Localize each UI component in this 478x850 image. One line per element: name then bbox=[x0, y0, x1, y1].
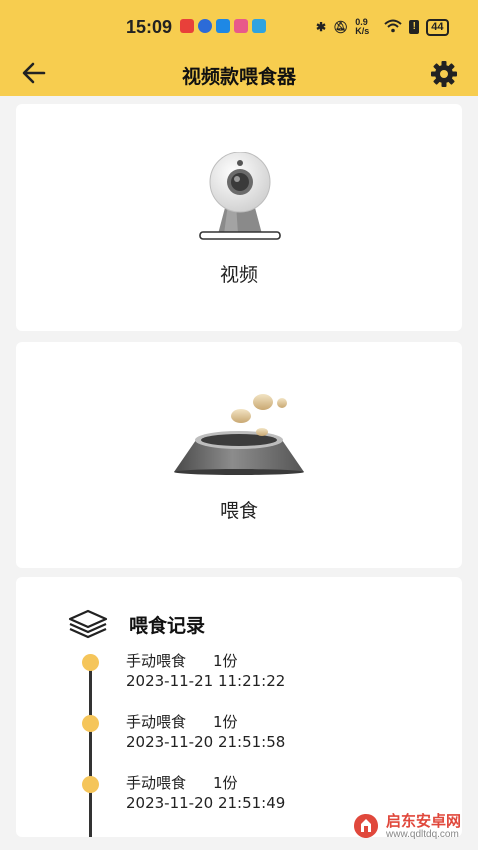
webcam-icon bbox=[199, 152, 281, 240]
battery-level: 44 bbox=[426, 18, 449, 36]
record-action: 手动喂食 bbox=[126, 652, 187, 670]
bluetooth-icon: ✱ bbox=[316, 20, 327, 34]
app-notification-icon bbox=[216, 19, 230, 33]
watermark: 启东安卓网 www.qdltdq.com bbox=[348, 806, 476, 846]
app-notification-icon bbox=[252, 19, 266, 33]
record-quantity: 1份 bbox=[213, 774, 238, 792]
video-label: 视频 bbox=[219, 264, 258, 286]
timeline-dot bbox=[82, 654, 99, 671]
status-indicators: ✱ 🔕︎ 0.9 K/s ! 44 bbox=[316, 18, 449, 36]
app-bar: 视频款喂食器 bbox=[0, 50, 478, 96]
status-bar: 15:09 ✱ 🔕︎ 0.9 K/s ! 44 bbox=[0, 0, 478, 50]
record-action: 手动喂食 bbox=[126, 774, 187, 792]
records-title: 喂食记录 bbox=[129, 615, 206, 637]
feeding-records-card: 喂食记录 手动喂食 1份 2023-11-21 11:21:22 手动喂食 1份… bbox=[16, 577, 462, 837]
timeline-dot bbox=[82, 715, 99, 732]
record-time: 2023-11-20 21:51:49 bbox=[126, 794, 286, 812]
alert-icon: ! bbox=[409, 20, 420, 34]
record-action: 手动喂食 bbox=[126, 713, 187, 731]
feed-card[interactable]: 喂食 bbox=[16, 342, 462, 568]
app-notification-icon bbox=[234, 19, 248, 33]
layers-icon bbox=[68, 609, 108, 639]
record-time: 2023-11-20 21:51:58 bbox=[126, 733, 286, 751]
status-time: 15:09 bbox=[126, 17, 173, 37]
mute-icon: 🔕︎ bbox=[333, 20, 349, 34]
network-speed: 0.9 K/s bbox=[355, 17, 370, 36]
watermark-url: www.qdltdq.com bbox=[386, 829, 459, 840]
app-notification-icon bbox=[180, 19, 194, 33]
record-quantity: 1份 bbox=[213, 713, 238, 731]
feed-label: 喂食 bbox=[219, 500, 258, 522]
record-quantity: 1份 bbox=[213, 652, 238, 670]
watermark-logo-icon bbox=[354, 814, 378, 838]
pet-bowl-icon bbox=[174, 394, 304, 475]
wifi-icon bbox=[384, 19, 402, 36]
record-time: 2023-11-21 11:21:22 bbox=[126, 672, 286, 690]
video-card[interactable]: 视频 bbox=[16, 104, 462, 331]
status-app-icons bbox=[180, 19, 266, 33]
gear-icon bbox=[431, 61, 457, 87]
settings-button[interactable] bbox=[429, 59, 459, 89]
app-notification-icon bbox=[198, 19, 212, 33]
page-title: 视频款喂食器 bbox=[181, 66, 296, 88]
timeline-line bbox=[89, 663, 92, 837]
timeline-dot bbox=[82, 776, 99, 793]
watermark-title: 启东安卓网 bbox=[386, 812, 462, 830]
